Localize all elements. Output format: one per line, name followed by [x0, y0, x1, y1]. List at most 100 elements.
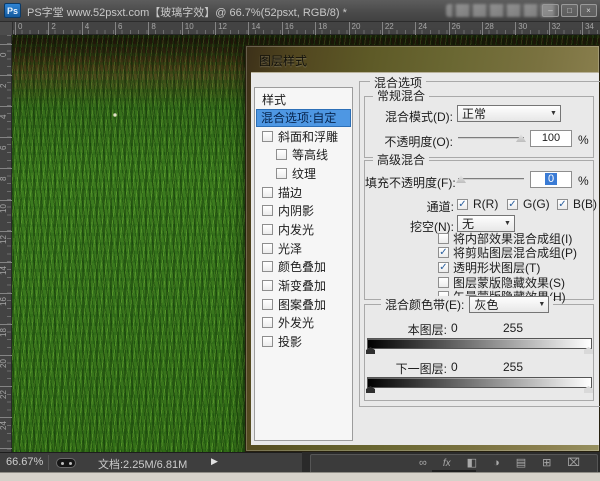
style-item[interactable]: 渐变叠加	[255, 276, 352, 295]
checkbox-checked[interactable]: ✓	[457, 199, 468, 210]
checkbox-unchecked[interactable]	[262, 317, 273, 328]
chevron-down-icon: ▼	[535, 301, 548, 308]
ruler-left-label: 18	[0, 324, 12, 335]
ruler-left-label: 12	[0, 231, 12, 242]
ruler-top-label: 18	[315, 22, 327, 35]
checkbox-unchecked[interactable]	[438, 277, 449, 288]
blend-mode-dropdown[interactable]: 正常 ▼	[457, 105, 561, 122]
checkbox-unchecked[interactable]	[262, 280, 273, 291]
style-item[interactable]: 图案叠加	[255, 295, 352, 314]
checkbox-unchecked[interactable]	[262, 336, 273, 347]
ruler-left-label: 10	[0, 200, 12, 211]
opacity-slider[interactable]	[458, 133, 524, 143]
ruler-left-label: 4	[0, 106, 12, 117]
slider-track	[458, 137, 524, 139]
delete-icon[interactable]: ⌧	[567, 458, 580, 469]
fx-icon[interactable]: fx	[443, 458, 451, 469]
channel-label: R(R)	[473, 197, 498, 211]
window-bottom-edge	[0, 472, 600, 481]
ruler-top-label: 6	[115, 22, 122, 35]
ruler-left-label: 16	[0, 293, 12, 304]
slider-track	[458, 178, 524, 180]
style-item[interactable]: 内阴影	[255, 201, 352, 220]
channel-checkbox[interactable]: ✓ R(R)	[457, 197, 507, 211]
photoshop-logo-icon: Ps	[4, 3, 21, 18]
checkbox-checked[interactable]: ✓	[507, 199, 518, 210]
checkbox-unchecked[interactable]	[262, 261, 273, 272]
advanced-option[interactable]: 将内部效果混合成组(I)	[438, 231, 577, 246]
ruler-top-label: 34	[582, 22, 594, 35]
blending-options-section: 混合选项 常规混合 混合模式(D): 正常 ▼ 不透明度(O): 1	[359, 81, 600, 407]
checkbox-checked[interactable]: ✓	[557, 199, 568, 210]
this-layer-label: 本图层:	[385, 321, 447, 338]
style-item-label: 样式	[262, 91, 286, 108]
channel-checkboxes: ✓ R(R) ✓G(G)✓B(B)	[457, 197, 600, 211]
checkbox-unchecked[interactable]	[262, 131, 273, 142]
styles-list: 样式混合选项:自定斜面和浮雕等高线纹理描边内阴影内发光光泽颜色叠加渐变叠加图案叠…	[255, 88, 352, 351]
group-icon[interactable]: ▤	[516, 458, 526, 469]
ruler-top-label: 2	[48, 22, 55, 35]
window-titlebar[interactable]: Ps PS字堂 www.52psxt.com【玻璃字效】@ 66.7%(52ps…	[0, 0, 600, 22]
maximize-button[interactable]: □	[561, 4, 578, 17]
layer-mask-icon[interactable]: ◧	[467, 458, 477, 469]
style-item[interactable]: 描边	[255, 183, 352, 202]
style-item-label: 混合选项:自定	[261, 109, 336, 126]
ruler-top-label: 28	[482, 22, 494, 35]
style-item[interactable]: 外发光	[255, 314, 352, 333]
opacity-label: 不透明度(O):	[365, 133, 453, 150]
ruler-corner	[0, 22, 13, 35]
channel-checkbox[interactable]: ✓B(B)	[557, 197, 600, 211]
underlying-layer-label: 下一图层:	[373, 360, 447, 377]
style-item-label: 图案叠加	[278, 296, 326, 313]
close-button[interactable]: ×	[580, 4, 597, 17]
underlying-layer-gradient-bar[interactable]	[367, 377, 592, 388]
status-expand-arrow-icon[interactable]: ▶	[211, 456, 218, 467]
checkbox-unchecked[interactable]	[262, 187, 273, 198]
style-item[interactable]: 斜面和浮雕	[255, 127, 352, 146]
style-item-label: 描边	[278, 184, 302, 201]
new-layer-icon[interactable]: ⊞	[542, 458, 551, 469]
minimize-button[interactable]: –	[542, 4, 559, 17]
style-item[interactable]: 颜色叠加	[255, 258, 352, 277]
style-item[interactable]: 纹理	[255, 164, 352, 183]
checkbox-checked[interactable]: ✓	[438, 262, 449, 273]
channel-checkbox[interactable]: ✓G(G)	[507, 197, 557, 211]
style-item[interactable]: 内发光	[255, 220, 352, 239]
checkbox-unchecked[interactable]	[438, 233, 449, 244]
advanced-option[interactable]: ✓透明形状图层(T)	[438, 260, 577, 275]
ruler-top-label: 30	[515, 22, 527, 35]
style-item[interactable]: 光泽	[255, 239, 352, 258]
dialog-title[interactable]: 图层样式	[259, 52, 307, 69]
style-item[interactable]: 样式	[255, 90, 352, 109]
opacity-input[interactable]: 100	[530, 130, 572, 147]
checkbox-unchecked[interactable]	[262, 224, 273, 235]
checkbox-checked[interactable]: ✓	[438, 247, 449, 258]
link-icon[interactable]: ∞	[419, 458, 427, 469]
style-item[interactable]: 等高线	[255, 145, 352, 164]
blend-if-channel-dropdown[interactable]: 灰色 ▼	[469, 296, 549, 313]
checkbox-unchecked[interactable]	[262, 243, 273, 254]
style-item-label: 内发光	[278, 221, 314, 238]
ruler-top-label: 24	[415, 22, 427, 35]
style-item[interactable]: 混合选项:自定	[256, 109, 351, 127]
fill-opacity-label: 填充不透明度(F):	[365, 174, 454, 191]
style-item-label: 光泽	[278, 240, 302, 257]
adjustment-icon[interactable]: ◑	[493, 458, 500, 469]
fill-opacity-slider[interactable]	[458, 174, 524, 184]
zoom-level-field[interactable]: 66.67%	[6, 456, 43, 468]
advanced-option[interactable]: ✓将剪贴图层混合成组(P)	[438, 246, 577, 261]
checkbox-unchecked[interactable]	[276, 168, 287, 179]
this-layer-max: 255	[503, 321, 523, 335]
style-item[interactable]: 投影	[255, 332, 352, 351]
ruler-top-label: 26	[449, 22, 461, 35]
style-item-label: 外发光	[278, 314, 314, 331]
chevron-down-icon: ▼	[501, 220, 514, 227]
checkbox-unchecked[interactable]	[276, 149, 287, 160]
this-layer-gradient-bar[interactable]	[367, 338, 592, 349]
checkbox-unchecked[interactable]	[262, 299, 273, 310]
checkbox-unchecked[interactable]	[262, 205, 273, 216]
style-item-label: 投影	[278, 333, 302, 350]
advanced-option[interactable]: 图层蒙版隐藏效果(S)	[438, 275, 577, 290]
style-item-label: 内阴影	[278, 202, 314, 219]
fill-opacity-input[interactable]: 0	[530, 171, 572, 188]
